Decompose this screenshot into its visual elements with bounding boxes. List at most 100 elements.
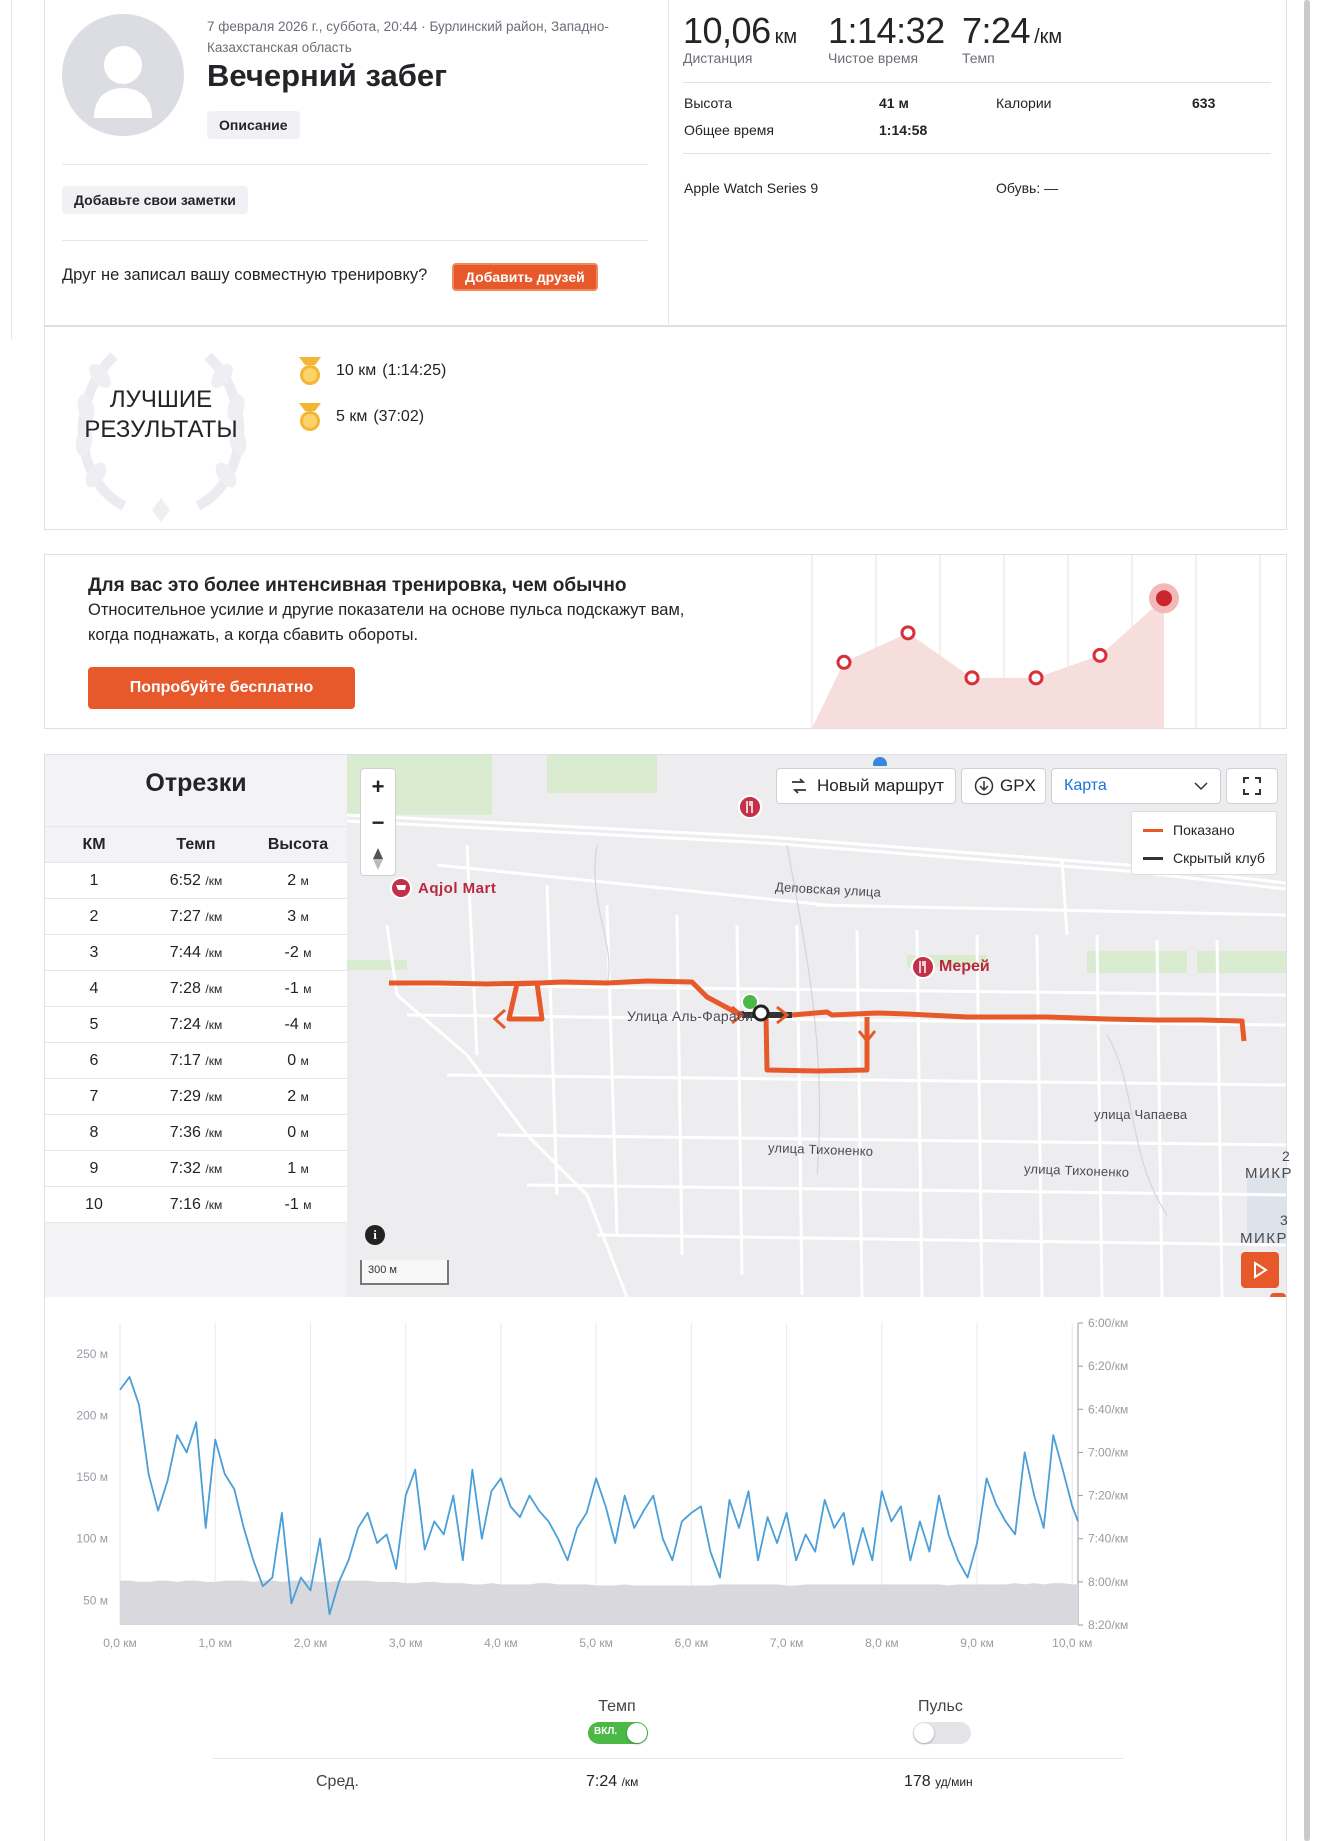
zoom-in-button[interactable]: +	[360, 770, 396, 804]
poi-aqjol-label: Aqjol Mart	[418, 879, 497, 897]
play-icon	[1254, 1261, 1268, 1279]
restaurant-icon	[738, 795, 762, 819]
zoom-out-button[interactable]: −	[360, 806, 396, 840]
col-pace: Темп	[143, 826, 249, 863]
legend-shown-swatch	[1143, 829, 1163, 832]
y-right-tick-label: 7:20/км	[1088, 1489, 1128, 1503]
new-route-label: Новый маршрут	[817, 776, 944, 795]
pr-medal-icon	[299, 357, 321, 385]
gpx-button[interactable]: GPX	[961, 768, 1046, 804]
pace-toggle-state: ВКЛ.	[594, 1726, 618, 1737]
x-tick-label: 7,0 км	[770, 1636, 804, 1650]
poi-marker[interactable]	[872, 756, 888, 766]
promo-text-line1: Относительное усилие и другие показатели…	[88, 601, 685, 619]
scrollbar-thumb[interactable]	[1304, 0, 1310, 1841]
split-km: 6	[45, 1042, 143, 1079]
pace-elevation-chart[interactable]: 0,0 км 1,0 км 2,0 км 3,0 км 4,0 км 5,0 км 6,0 …	[0, 1305, 1320, 1655]
try-free-button[interactable]: Попробуйте бесплатно	[88, 667, 355, 709]
table-row[interactable]: 9 7:32 /км 1 м	[45, 1150, 347, 1187]
elevation-label: Высота	[684, 95, 733, 111]
scrollbar[interactable]	[1304, 0, 1310, 1841]
x-tick-label: 2,0 км	[294, 1636, 328, 1650]
promo-heading: Для вас это более интенсивная тренировка…	[88, 575, 627, 596]
table-row[interactable]: 8 7:36 /км 0 м	[45, 1114, 347, 1151]
activity-title: Вечерний забег	[207, 58, 448, 93]
elapsed-label: Общее время	[684, 122, 774, 138]
map-scale-bar: 300 м	[360, 1260, 449, 1285]
split-pace: 7:28 /км	[143, 970, 249, 1007]
table-row[interactable]: 3 7:44 /км -2 м	[45, 934, 347, 971]
y-right-tick-label: 8:00/км	[1088, 1575, 1128, 1589]
pace-value: 7:24	[962, 10, 1031, 51]
new-route-button[interactable]: Новый маршрут	[776, 768, 956, 804]
activity-meta: 7 февраля 2026 г., суббота, 20:44 · Бурл…	[207, 19, 609, 55]
map-scale-label: 300 м	[368, 1264, 397, 1276]
poi-marker[interactable]	[738, 795, 762, 824]
compass-button[interactable]	[360, 842, 396, 876]
average-pace-unit: /км	[621, 1775, 639, 1789]
poi-marker[interactable]: Aqjol Mart	[390, 877, 496, 899]
legend-hidden-swatch	[1143, 857, 1163, 860]
route-shown	[763, 1014, 870, 1074]
hr-toggle-label: Пульс	[918, 1698, 963, 1715]
average-pace: 7:24 /км	[586, 1773, 638, 1791]
split-pace: 7:27 /км	[143, 898, 249, 935]
table-row[interactable]: 4 7:28 /км -1 м	[45, 970, 347, 1007]
split-pace: 7:24 /км	[143, 1006, 249, 1043]
gpx-label: GPX	[1000, 776, 1036, 795]
add-friends-button[interactable]: Добавить друзей	[452, 263, 598, 291]
average-hr: 178 уд/мин	[904, 1773, 973, 1791]
effort-point	[836, 654, 852, 670]
split-km: 1	[45, 862, 143, 899]
elevation-area	[120, 1580, 1078, 1625]
elevation-value: 41 м	[879, 95, 909, 111]
table-row[interactable]: 2 7:27 /км 3 м	[45, 898, 347, 935]
x-tick-label: 1,0 км	[198, 1636, 232, 1650]
pace-toggle-group[interactable]: Темп	[587, 1698, 647, 1716]
poi-merei-label: Мерей	[939, 958, 990, 975]
map-type-select[interactable]: Карта	[1051, 768, 1221, 804]
split-elev: 2 м	[249, 1078, 347, 1115]
split-elev: 0 м	[249, 1042, 347, 1079]
add-notes-button[interactable]: Добавьте свои заметки	[62, 186, 248, 214]
hr-toggle[interactable]	[913, 1722, 971, 1744]
pr-item[interactable]: 5 км (37:02)	[296, 401, 424, 433]
table-row[interactable]: 1 6:52 /км 2 м	[45, 862, 347, 899]
pace-toggle[interactable]: ВКЛ.	[588, 1722, 648, 1744]
split-km: 2	[45, 898, 143, 935]
split-pace: 7:17 /км	[143, 1042, 249, 1079]
pr-item[interactable]: 10 км (1:14:25)	[296, 355, 446, 387]
x-tick-label: 10,0 км	[1052, 1636, 1092, 1650]
moving-time-value: 1:14:32	[828, 10, 945, 51]
description-button[interactable]: Описание	[207, 111, 300, 139]
poi-marker[interactable]: Мерей	[911, 955, 990, 979]
table-row[interactable]: 5 7:24 /км -4 м	[45, 1006, 347, 1043]
table-row[interactable]: 10 7:16 /км -1 м	[45, 1186, 347, 1223]
avatar[interactable]	[62, 14, 184, 136]
effort-current-point	[1156, 590, 1172, 607]
street-label: улица Чапаева	[1094, 1107, 1188, 1122]
split-km: 8	[45, 1114, 143, 1151]
split-km: 7	[45, 1078, 143, 1115]
location-pin-icon	[873, 757, 887, 766]
split-pace: 7:29 /км	[143, 1078, 249, 1115]
divider	[62, 240, 648, 241]
fullscreen-button[interactable]	[1226, 768, 1278, 804]
legend-shown-label: Показано	[1173, 822, 1235, 838]
shoes-label[interactable]: Обувь: —	[996, 180, 1058, 196]
map-info-button[interactable]: i	[365, 1225, 385, 1245]
splits-title: Отрезки	[145, 769, 247, 797]
table-row[interactable]: 6 7:17 /км 0 м	[45, 1042, 347, 1079]
x-tick-label: 5,0 км	[579, 1636, 613, 1650]
col-elev: Высота	[249, 826, 347, 863]
y-right-tick-label: 7:00/км	[1088, 1445, 1128, 1459]
splits-header-row: КМ Темп Высота	[45, 826, 347, 863]
effort-chart	[811, 555, 1261, 728]
split-km: 4	[45, 970, 143, 1007]
pr-time: (1:14:25)	[382, 362, 447, 379]
restaurant-icon	[911, 955, 935, 979]
district-label: МИКР	[1240, 1230, 1289, 1247]
table-row[interactable]: 7 7:29 /км 2 м	[45, 1078, 347, 1115]
play-flyover-button[interactable]	[1241, 1252, 1279, 1288]
y-right-tick-label: 8:20/км	[1088, 1618, 1128, 1632]
